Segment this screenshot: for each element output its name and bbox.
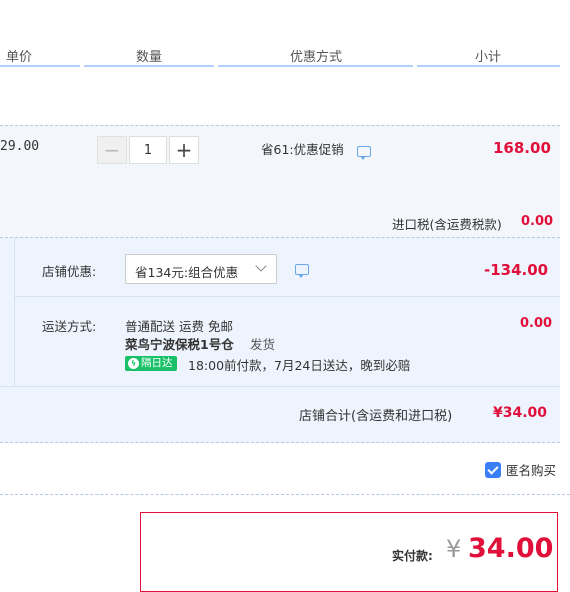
next-day-badge: ϟ 隔日达 (125, 356, 177, 371)
quantity-stepper: − 1 + (97, 136, 199, 164)
anonymous-label: 匿名购买 (506, 463, 557, 478)
unit-price: 29.00 (0, 139, 40, 154)
chat-bubble-icon[interactable] (295, 264, 309, 278)
header-underline (0, 65, 80, 67)
quantity-input[interactable]: 1 (129, 136, 167, 164)
import-tax-value: 0.00 (521, 214, 554, 229)
shop-discount-label: 店铺优惠: (42, 264, 97, 279)
divider (0, 386, 560, 387)
shop-discount-value: -134.00 (484, 261, 549, 279)
chat-bubble-icon[interactable] (357, 146, 371, 160)
divider (0, 125, 560, 126)
chevron-down-icon (255, 260, 267, 272)
header-underline (84, 65, 214, 67)
checkbox-icon[interactable] (485, 461, 501, 478)
shipping-method: 普通配送 运费 免邮 (125, 319, 233, 334)
decrease-button[interactable]: − (97, 136, 127, 164)
increase-button[interactable]: + (169, 136, 199, 164)
shop-panel: 店铺优惠: 省134元:组合优惠 -134.00 运送方式: 普通配送 运费 免… (0, 237, 560, 443)
warehouse-name: 菜鸟宁波保税1号仓 (125, 337, 234, 352)
minus-icon: − (103, 138, 121, 162)
delivery-note: 18:00前付款，7月24日送达，晚到必赔 (188, 358, 411, 373)
item-row: 29.00 − 1 + 省61:优惠促销 168.00 进口税(含运费税款) 0… (0, 125, 560, 237)
header-underline (218, 65, 413, 67)
item-subtotal: 168.00 (493, 139, 551, 157)
import-tax-label: 进口税(含运费税款) (392, 217, 502, 232)
column-header-unit-price: 单价 (6, 50, 33, 65)
shop-total-value: ¥34.00 (493, 405, 548, 421)
column-header-discount: 优惠方式 (290, 50, 343, 65)
divider (0, 494, 570, 495)
shop-discount-select[interactable]: 省134元:组合优惠 (125, 254, 277, 284)
column-header-subtotal: 小计 (475, 50, 502, 65)
anonymous-purchase[interactable]: 匿名购买 (485, 460, 556, 479)
dispatch-text: 发货 (250, 337, 276, 352)
divider (14, 238, 15, 386)
badge-text: 隔日达 (141, 357, 173, 369)
shop-total-label: 店铺合计(含运费和进口税) (299, 409, 453, 424)
header-underline (417, 65, 560, 67)
shop-discount-selected: 省134元:组合优惠 (135, 265, 239, 280)
payment-amount: 34.00 (468, 533, 554, 564)
payment-box: 实付款: ¥ 34.00 (140, 512, 558, 592)
promotion-text: 省61:优惠促销 (261, 142, 344, 157)
plus-icon: + (175, 138, 193, 162)
divider (15, 296, 560, 297)
shipping-value: 0.00 (520, 316, 553, 331)
lightning-icon: ϟ (128, 358, 139, 369)
shipping-label: 运送方式: (42, 319, 97, 334)
payment-label: 实付款: (392, 549, 433, 563)
column-header-quantity: 数量 (136, 50, 163, 65)
payment-currency: ¥ (446, 535, 462, 563)
